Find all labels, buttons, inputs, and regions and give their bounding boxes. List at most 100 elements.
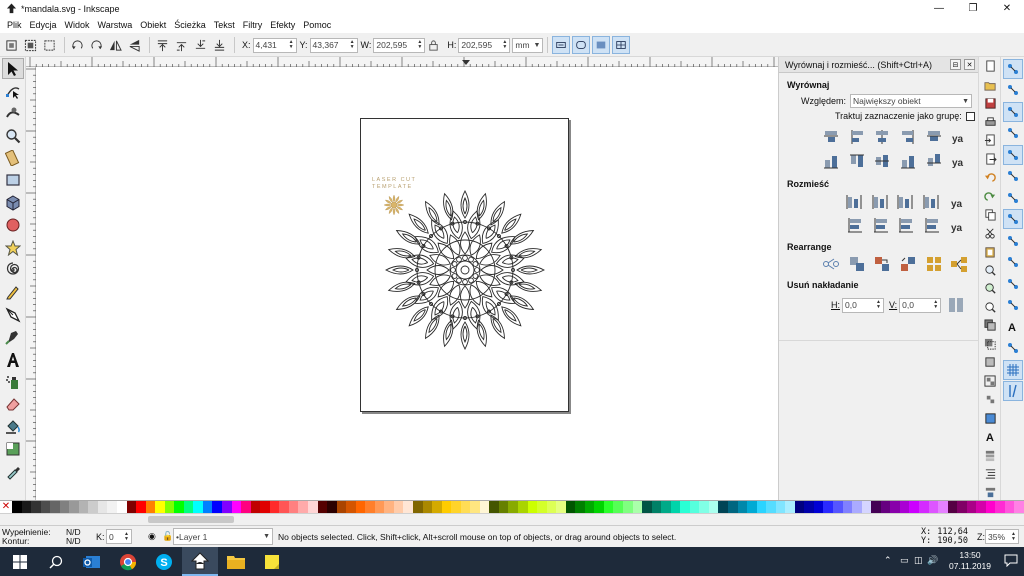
dropper-tool[interactable] (2, 461, 24, 482)
align-button[interactable] (872, 151, 892, 171)
mandala-artwork[interactable] (384, 189, 546, 353)
color-swatch[interactable] (97, 501, 108, 513)
align-button[interactable] (821, 151, 841, 171)
color-swatch[interactable] (899, 501, 910, 513)
color-swatch[interactable] (689, 501, 700, 513)
color-swatch[interactable] (565, 501, 576, 513)
distribute-button[interactable]: ya (948, 216, 968, 236)
spin-arrows-icon[interactable]: ▲ ▼ (1011, 531, 1016, 542)
3d-box-tool[interactable] (2, 192, 24, 213)
clone-icon[interactable] (981, 336, 999, 354)
color-swatch[interactable] (871, 501, 881, 513)
redo-icon[interactable] (981, 188, 999, 206)
snap-bbox-corners-icon[interactable] (1003, 123, 1023, 143)
spin-arrows-icon[interactable]: ▲ ▼ (876, 300, 881, 310)
color-swatch[interactable] (594, 501, 604, 513)
spin-arrows-icon[interactable]: ▲ ▼ (350, 40, 355, 50)
rectangle-tool[interactable] (2, 170, 24, 191)
lock-proportions-icon[interactable] (425, 37, 442, 54)
color-swatch[interactable] (12, 501, 22, 513)
select-all-button[interactable] (3, 37, 20, 54)
color-swatch[interactable] (241, 501, 251, 513)
color-swatch[interactable] (479, 501, 490, 513)
align-button[interactable]: ya (949, 127, 969, 147)
color-swatch[interactable] (670, 501, 681, 513)
snap-bbox-icon[interactable] (1003, 80, 1023, 100)
xml-editor-icon[interactable] (981, 465, 999, 483)
color-swatch[interactable] (938, 501, 948, 513)
color-swatch[interactable] (718, 501, 729, 513)
chrome-icon[interactable] (110, 547, 146, 576)
cut-icon[interactable] (981, 225, 999, 243)
search-icon[interactable] (38, 547, 74, 576)
color-swatch[interactable] (355, 501, 366, 513)
align-button[interactable] (872, 127, 892, 147)
snap-rotation-center-icon[interactable] (1003, 295, 1023, 315)
w-spinbox[interactable]: 202,595 ▲ ▼ (373, 37, 426, 53)
outlook-icon[interactable] (74, 547, 110, 576)
paint-bucket-tool[interactable] (2, 416, 24, 437)
calligraphy-tool[interactable] (2, 327, 24, 348)
new-document-icon[interactable] (981, 58, 999, 76)
rearrange-button[interactable] (872, 254, 892, 274)
snap-centers-icon[interactable] (1003, 274, 1023, 294)
color-swatch[interactable] (498, 501, 509, 513)
vertical-ruler[interactable] (26, 67, 36, 500)
color-swatch[interactable] (794, 501, 805, 513)
relative-select[interactable]: Największy obiekt ▼ (850, 94, 973, 108)
color-swatch[interactable] (193, 501, 203, 513)
zoom-selection-icon[interactable] (981, 262, 999, 280)
color-swatch[interactable] (298, 501, 308, 513)
rotate-ccw-button[interactable] (69, 37, 86, 54)
color-swatch[interactable] (833, 501, 843, 513)
color-swatch[interactable] (976, 501, 986, 513)
align-button[interactable] (847, 151, 867, 171)
lower-to-bottom-button[interactable] (211, 37, 228, 54)
color-swatch[interactable] (155, 501, 165, 513)
color-swatch[interactable] (78, 501, 89, 513)
snap-cusp-icon[interactable] (1003, 209, 1023, 229)
ellipse-tool[interactable] (2, 215, 24, 236)
color-swatch[interactable] (393, 501, 404, 513)
spiral-tool[interactable] (2, 260, 24, 281)
menu-warstwa[interactable]: Warstwa (94, 20, 137, 30)
spin-arrows-icon[interactable]: ▲ ▼ (502, 40, 507, 50)
color-swatch[interactable] (861, 501, 872, 513)
close-button[interactable]: ✕ (990, 0, 1024, 17)
snap-smooth-icon[interactable] (1003, 231, 1023, 251)
align-button[interactable] (924, 127, 944, 147)
maximize-button[interactable]: ❐ (956, 0, 990, 17)
color-swatch[interactable] (699, 501, 709, 513)
tweak-tool[interactable] (2, 103, 24, 124)
color-swatch[interactable] (307, 501, 318, 513)
print-icon[interactable] (981, 114, 999, 132)
zoom-spinbox[interactable]: 35% ▲ ▼ (985, 529, 1019, 544)
raise-button[interactable] (173, 37, 190, 54)
color-swatch[interactable] (985, 501, 996, 513)
export-icon[interactable] (981, 151, 999, 169)
color-swatch[interactable] (59, 501, 70, 513)
color-swatch[interactable] (31, 501, 41, 513)
gradient-tool[interactable] (2, 439, 24, 460)
horizontal-scrollbar[interactable] (0, 513, 1024, 525)
distribute-button[interactable] (896, 192, 916, 212)
align-button[interactable] (898, 127, 918, 147)
menu-plik[interactable]: Plik (3, 20, 26, 30)
fill-stroke-icon[interactable] (981, 410, 999, 428)
notifications-icon[interactable] (1004, 553, 1018, 568)
color-swatch[interactable] (957, 501, 967, 513)
layer-select[interactable]: •Layer 1 ▼ (173, 528, 273, 545)
eraser-tool[interactable] (2, 394, 24, 415)
color-swatch[interactable] (117, 501, 127, 513)
copy-icon[interactable] (981, 206, 999, 224)
color-swatch[interactable] (412, 501, 423, 513)
deselect-button[interactable] (41, 37, 58, 54)
color-swatch[interactable] (642, 501, 652, 513)
open-icon[interactable] (981, 77, 999, 95)
color-swatch[interactable] (575, 501, 585, 513)
h-spinbox[interactable]: 202,595 ▲ ▼ (458, 37, 511, 53)
color-swatch[interactable] (708, 501, 719, 513)
color-swatch[interactable] (556, 501, 566, 513)
color-swatch[interactable] (317, 501, 328, 513)
menu-efekty[interactable]: Efekty (266, 20, 299, 30)
